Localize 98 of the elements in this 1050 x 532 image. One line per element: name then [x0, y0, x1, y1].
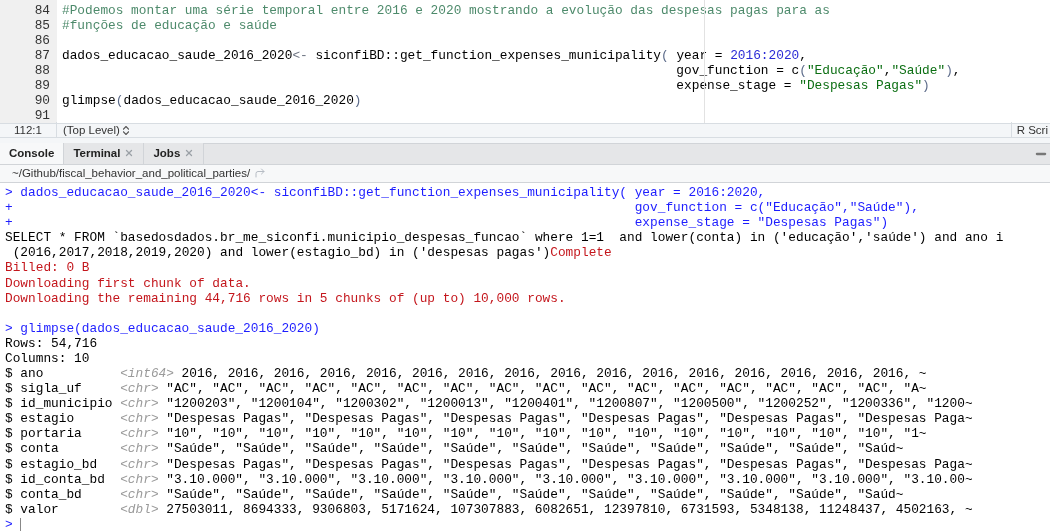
- go-to-directory-icon[interactable]: [254, 167, 267, 180]
- column-type: <chr>: [120, 396, 159, 412]
- code-token: "Despesas Pagas": [799, 78, 923, 93]
- column-type: <chr>: [120, 441, 159, 457]
- column-type: <chr>: [120, 486, 159, 502]
- code-token: ): [353, 93, 362, 108]
- code-token: #Podemos montar uma série temporal entre 2016 e 2020 mostrando a evolução das despesas pagas para as: [62, 3, 830, 18]
- console-text: SELECT * FROM `basedosdados.br_me_siconfi.municipio_despesas_funcao` where 1=1 and lower(conta) in ('educação','saúde') and ano i: [5, 230, 1004, 246]
- column-name: ano: [20, 365, 45, 382]
- column-name: id_conta_bd: [20, 471, 106, 487]
- code-token: (: [115, 93, 124, 108]
- code-token: ,: [883, 63, 892, 78]
- line-number: 91: [34, 108, 50, 123]
- line-number: 85: [34, 18, 50, 33]
- code-token: gov_function = c: [676, 63, 800, 78]
- code-token: expense_stage =: [676, 78, 793, 93]
- column-type: <int64>: [120, 365, 174, 382]
- column-name: sigla_uf: [20, 381, 83, 397]
- code-token: "Saúde": [891, 63, 946, 78]
- column-marker: $: [5, 501, 14, 517]
- column-values: 2016, 2016, 2016, 2016, 2016, 2016, 2016, 2016, 2016, 2016, 2016, 2016, 2016, 2016, 2016, 2016, ~: [181, 365, 927, 382]
- code-token: (: [661, 48, 669, 63]
- prompt-symbol: >: [5, 320, 14, 336]
- column-values: 27503011, 8694333, 9306803, 5171624, 107307883, 6082651, 12397810, 6731593, 5348138, 11248437, 4502163, ~: [166, 501, 973, 517]
- column-name: id_municipio: [20, 396, 114, 412]
- column-type: <chr>: [120, 456, 159, 472]
- column-type: <chr>: [120, 381, 159, 397]
- column-type: <chr>: [120, 411, 159, 427]
- code-token: dados_educacao_saude_2016_2020: [62, 48, 293, 63]
- console-text: dados_educacao_saude_2016_2020<- siconfiBD::get_function_expenses_municipality( year = 2016:2020,: [20, 184, 766, 201]
- scope-selector[interactable]: (Top Level): [57, 121, 135, 140]
- column-name: estagio: [20, 411, 76, 427]
- working-directory: ~/Github/fiscal_behavior_and_political_parties/: [12, 165, 251, 181]
- column-values: "3.10.000", "3.10.000", "3.10.000", "3.10.000", "3.10.000", "3.10.000", "3.10.000", "3.10.000", "3.10.00~: [166, 471, 973, 487]
- pane-tab[interactable]: Jobs: [144, 142, 205, 164]
- column-type: <dbl>: [120, 501, 159, 517]
- prompt-symbol: +: [5, 200, 14, 216]
- column-marker: $: [5, 381, 14, 397]
- prompt-symbol: +: [5, 215, 14, 231]
- column-name: portaria: [20, 426, 83, 442]
- code-token: #funções de educação e saúde: [62, 18, 278, 33]
- column-values: "AC", "AC", "AC", "AC", "AC", "AC", "AC", "AC", "AC", "AC", "AC", "AC", "AC", "AC", "AC", "AC", "A~: [166, 381, 927, 397]
- console-text: Rows: 54,716: [5, 335, 98, 351]
- code-token: ): [945, 63, 953, 78]
- column-marker: $: [5, 365, 14, 382]
- column-name: valor: [20, 501, 60, 517]
- code-token: 2016:2020: [730, 48, 800, 63]
- column-marker: $: [5, 426, 14, 442]
- up-down-caret-icon: [122, 126, 129, 135]
- line-number: 84: [34, 3, 50, 18]
- console-text: Downloading the remaining 44,716 rows in 5 chunks of (up to) 10,000 rows.: [5, 290, 566, 306]
- code-token: ): [922, 78, 930, 93]
- line-number: 88: [34, 63, 50, 78]
- console-text: expense_stage = "Despesas Pagas"): [634, 215, 889, 231]
- column-values: "Despesas Pagas", "Despesas Pagas", "Despesas Pagas", "Despesas Pagas", "Despesas Pagas", "Despesas Paga~: [166, 411, 973, 427]
- code-token: ,: [952, 63, 961, 78]
- column-marker: $: [5, 486, 14, 502]
- column-values: "Saúde", "Saúde", "Saúde", "Saúde", "Saúde", "Saúde", "Saúde", "Saúde", "Saúde", "Saúde", "Saúd~: [166, 486, 904, 502]
- line-number: 90: [34, 93, 50, 108]
- close-icon[interactable]: [184, 148, 195, 159]
- column-marker: $: [5, 441, 14, 457]
- console-text: Downloading first chunk of data.: [5, 275, 251, 291]
- column-name: estagio_bd: [20, 456, 99, 472]
- column-type: <chr>: [120, 471, 159, 487]
- column-name: conta: [20, 441, 60, 457]
- console-text: Columns: 10: [5, 350, 90, 366]
- column-marker: $: [5, 396, 14, 412]
- column-values: "10", "10", "10", "10", "10", "10", "10", "10", "10", "10", "10", "10", "10", "10", "10", "10", "1~: [166, 426, 927, 442]
- code-token: year =: [675, 48, 724, 63]
- console-text: Complete: [550, 245, 612, 261]
- column-marker: $: [5, 456, 14, 472]
- column-values: "Despesas Pagas", "Despesas Pagas", "Despesas Pagas", "Despesas Pagas", "Despesas Pagas", "Despesas Paga~: [166, 456, 973, 472]
- line-number: 87: [34, 48, 50, 63]
- console-text: gov_function = c("Educação","Saúde"),: [634, 200, 919, 216]
- column-marker: $: [5, 471, 14, 487]
- code-token: "Educação": [806, 63, 884, 78]
- text-cursor: [20, 517, 22, 531]
- column-name: conta_bd: [20, 486, 83, 502]
- column-values: "Saúde", "Saúde", "Saúde", "Saúde", "Saúde", "Saúde", "Saúde", "Saúde", "Saúde", "Saúde", "Saúd~: [166, 441, 904, 457]
- close-icon[interactable]: [124, 148, 135, 159]
- code-token: <-: [292, 48, 308, 63]
- code-token: dados_educacao_saude_2016_2020: [123, 93, 354, 108]
- prompt-symbol: >: [5, 516, 14, 532]
- console-text: Billed: 0 B: [5, 260, 90, 276]
- prompt-symbol: >: [5, 184, 14, 201]
- column-type: <chr>: [120, 426, 159, 442]
- console-text: (2016,2017,2018,2019,2020) and lower(estagio_bd) in ('despesas pagas'): [11, 245, 551, 261]
- column-values: "1200203", "1200104", "1200302", "1200013", "1200401", "1200807", "1200500", "1200252", "1200336", "1200~: [166, 396, 973, 412]
- line-number: 89: [34, 78, 50, 93]
- column-marker: $: [5, 411, 14, 427]
- code-token: siconfiBD::get_function_expenses_municipality: [314, 48, 661, 63]
- pane-tab[interactable]: Terminal: [64, 142, 145, 164]
- console-text: glimpse(dados_educacao_saude_2016_2020): [20, 320, 320, 336]
- code-token: ,: [799, 48, 807, 63]
- code-token: glimpse: [62, 93, 116, 108]
- line-number: 86: [34, 33, 50, 48]
- code-token: (: [799, 63, 807, 78]
- pane-tab[interactable]: Console: [0, 142, 65, 164]
